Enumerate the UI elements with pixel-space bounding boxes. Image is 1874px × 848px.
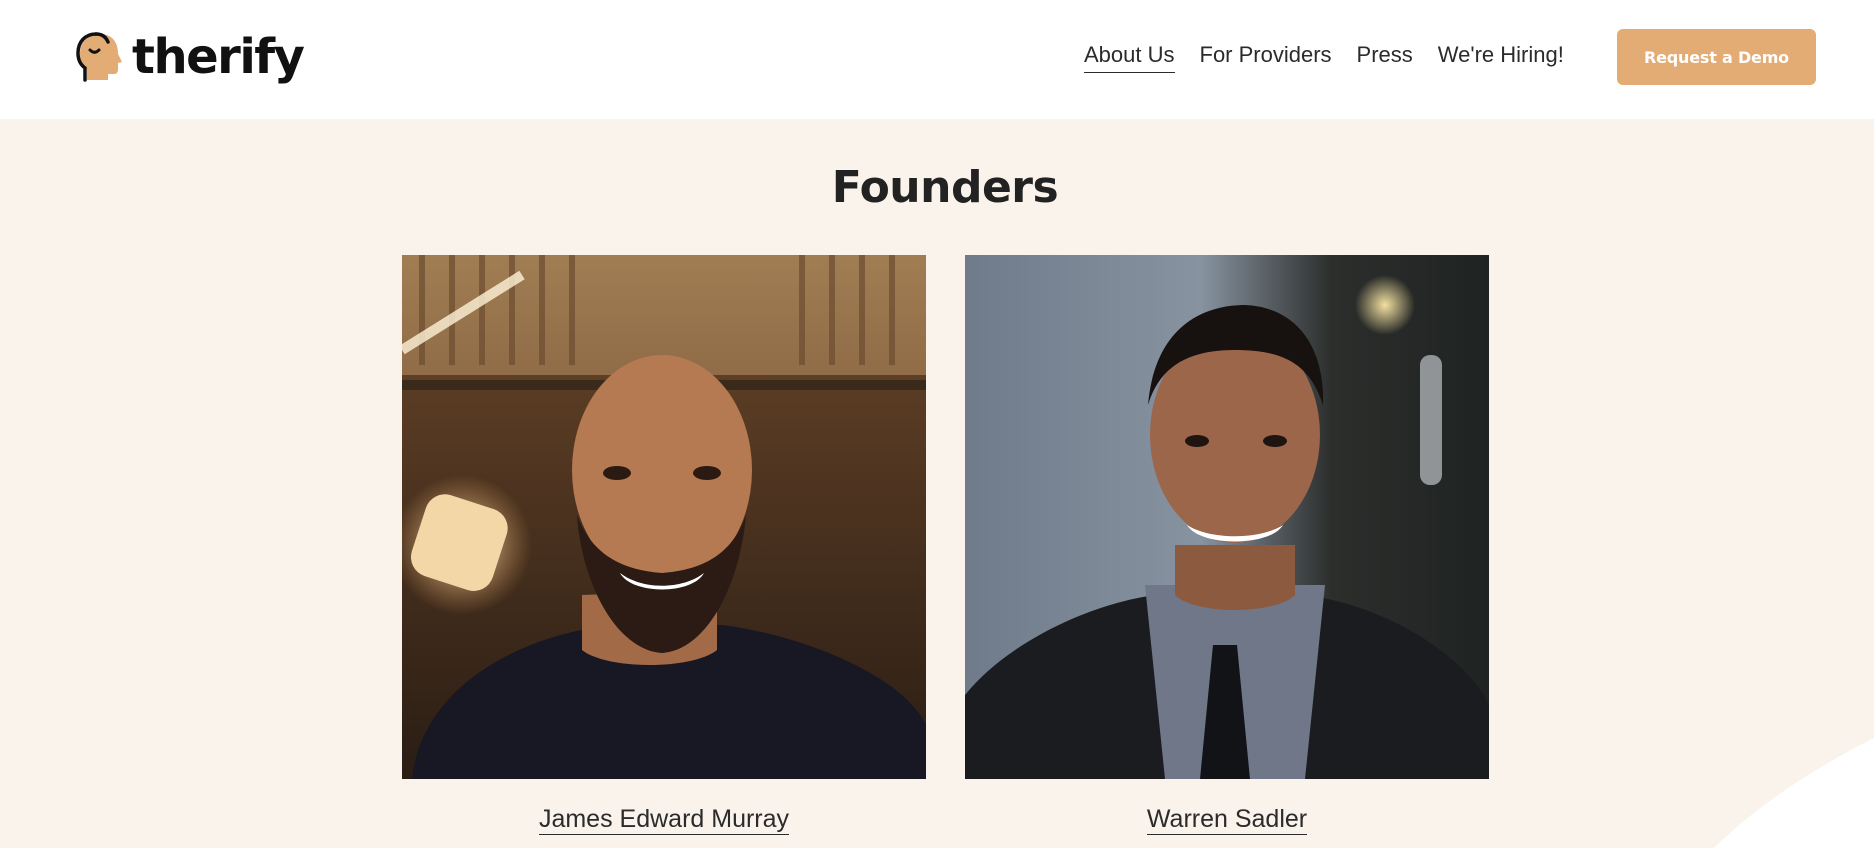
request-demo-button[interactable]: Request a Demo <box>1617 29 1816 85</box>
founder-card: James Edward Murray <box>402 255 926 835</box>
main-nav: About Us For Providers Press We're Hirin… <box>1084 40 1589 74</box>
founder-photo <box>965 255 1489 779</box>
founders-heading: Founders <box>831 162 1059 213</box>
nav-hiring[interactable]: We're Hiring! <box>1438 42 1564 72</box>
therify-logo[interactable]: therify <box>74 26 305 88</box>
founder-name-link[interactable]: Warren Sadler <box>1146 805 1308 835</box>
founder-photo <box>402 255 926 779</box>
head-logo-icon <box>76 32 122 82</box>
decorative-wave <box>1714 738 1874 848</box>
nav-for-providers[interactable]: For Providers <box>1200 42 1332 72</box>
nav-press[interactable]: Press <box>1357 42 1413 72</box>
founder-name-link[interactable]: James Edward Murray <box>538 805 790 835</box>
site-header: therify About Us For Providers Press We'… <box>0 0 1874 119</box>
logo-wordmark: therify <box>132 29 305 85</box>
founder-card: Warren Sadler <box>965 255 1489 835</box>
nav-about-us[interactable]: About Us <box>1084 42 1175 73</box>
